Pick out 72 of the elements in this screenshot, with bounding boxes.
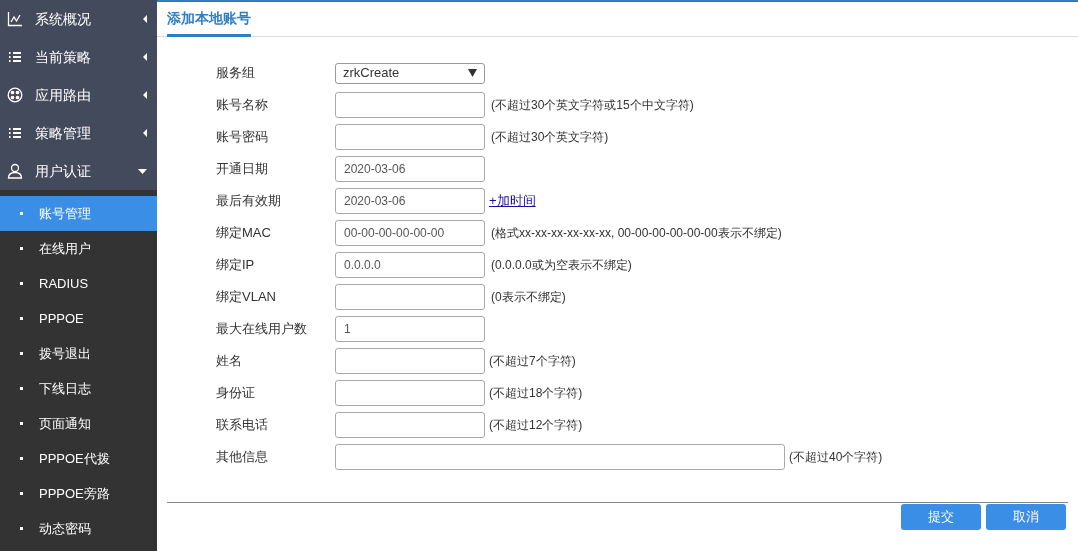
user-icon	[7, 163, 23, 179]
select-field[interactable]: zrkCreate	[335, 62, 485, 84]
bullet-icon	[20, 387, 23, 390]
field-label: 身份证	[216, 384, 256, 403]
input-field[interactable]	[335, 380, 485, 406]
submenu-item[interactable]: PPPOE旁路	[0, 476, 157, 511]
caret-left-icon	[143, 91, 147, 99]
bullet-icon	[20, 282, 23, 285]
field-label: 绑定MAC	[216, 224, 272, 243]
input-field[interactable]: 2020-03-06	[335, 156, 485, 182]
submenu-item[interactable]: 在线用户	[0, 231, 157, 266]
field-label: 绑定IP	[216, 256, 256, 275]
caret-down-icon	[138, 168, 147, 174]
input-field[interactable]	[335, 444, 785, 470]
hint-text: (0表示不绑定)	[491, 289, 566, 306]
line-chart-icon	[7, 11, 23, 27]
hint-text: (不超过40个字符)	[789, 449, 883, 466]
field-label: 姓名	[216, 352, 243, 371]
caret-left-icon	[143, 129, 147, 137]
input-field[interactable]	[335, 348, 485, 374]
hint-text: (格式xx-xx-xx-xx-xx-xx, 00-00-00-00-00-00表示不绑定)	[491, 225, 782, 242]
caret-left-icon	[143, 15, 147, 23]
bullet-icon	[20, 317, 23, 320]
submenu-item[interactable]: PPPOE	[0, 301, 157, 336]
bullet-icon	[20, 212, 23, 215]
menu-item[interactable]: 策略管理	[0, 114, 157, 152]
submenu-item[interactable]: 动态密码	[0, 511, 157, 546]
field-label: 联系电话	[216, 416, 269, 435]
tab[interactable]: 添加本地账号	[167, 2, 251, 37]
submenu-item[interactable]: RADIUS	[0, 266, 157, 301]
hint-text: (不超过7个字符)	[489, 353, 576, 370]
bullet-icon	[20, 352, 23, 355]
input-field[interactable]: 2020-03-06	[335, 188, 485, 214]
caret-left-icon	[143, 53, 147, 61]
add-time-link[interactable]: +加时间	[489, 191, 536, 211]
field-label: 绑定VLAN	[216, 288, 277, 307]
list-icon	[7, 125, 23, 141]
field-label: 开通日期	[216, 160, 269, 179]
circle-dots-icon	[7, 87, 23, 103]
caret-down-icon	[468, 69, 477, 77]
bullet-icon	[20, 492, 23, 495]
input-field[interactable]: 00-00-00-00-00-00	[335, 220, 485, 246]
field-label: 最大在线用户数	[216, 320, 308, 339]
input-field[interactable]	[335, 124, 485, 150]
submenu-item[interactable]: 下线日志	[0, 371, 157, 406]
menu-item[interactable]: 应用路由	[0, 76, 157, 114]
hint-text: (不超过18个字符)	[489, 385, 583, 402]
hint-text: (不超过30个英文字符)	[491, 129, 609, 146]
menu-item[interactable]: 用户认证	[0, 152, 157, 190]
hint-text: (不超过12个字符)	[489, 417, 583, 434]
menu-item[interactable]: 系统概况	[0, 0, 157, 38]
input-field[interactable]	[335, 284, 485, 310]
input-field[interactable]: 0.0.0.0	[335, 252, 485, 278]
bullet-icon	[20, 527, 23, 530]
list-icon	[7, 49, 23, 65]
hint-text: (0.0.0.0或为空表示不绑定)	[491, 257, 632, 274]
menu-item[interactable]: 当前策略	[0, 38, 157, 76]
submenu-item[interactable]: 拨号退出	[0, 336, 157, 371]
bullet-icon	[20, 247, 23, 250]
field-label: 账号密码	[216, 128, 269, 147]
field-label: 其他信息	[216, 448, 269, 467]
field-label: 最后有效期	[216, 192, 282, 211]
submenu-item[interactable]: 页面通知	[0, 406, 157, 441]
submenu-item[interactable]: PPPOE代拨	[0, 441, 157, 476]
input-field[interactable]: 1	[335, 316, 485, 342]
hint-text: (不超过30个英文字符或15个中文字符)	[491, 97, 694, 114]
field-label: 账号名称	[216, 96, 269, 115]
bullet-icon	[20, 422, 23, 425]
bullet-icon	[20, 457, 23, 460]
field-label: 服务组	[216, 64, 256, 83]
input-field[interactable]	[335, 412, 485, 438]
input-field[interactable]	[335, 92, 485, 118]
